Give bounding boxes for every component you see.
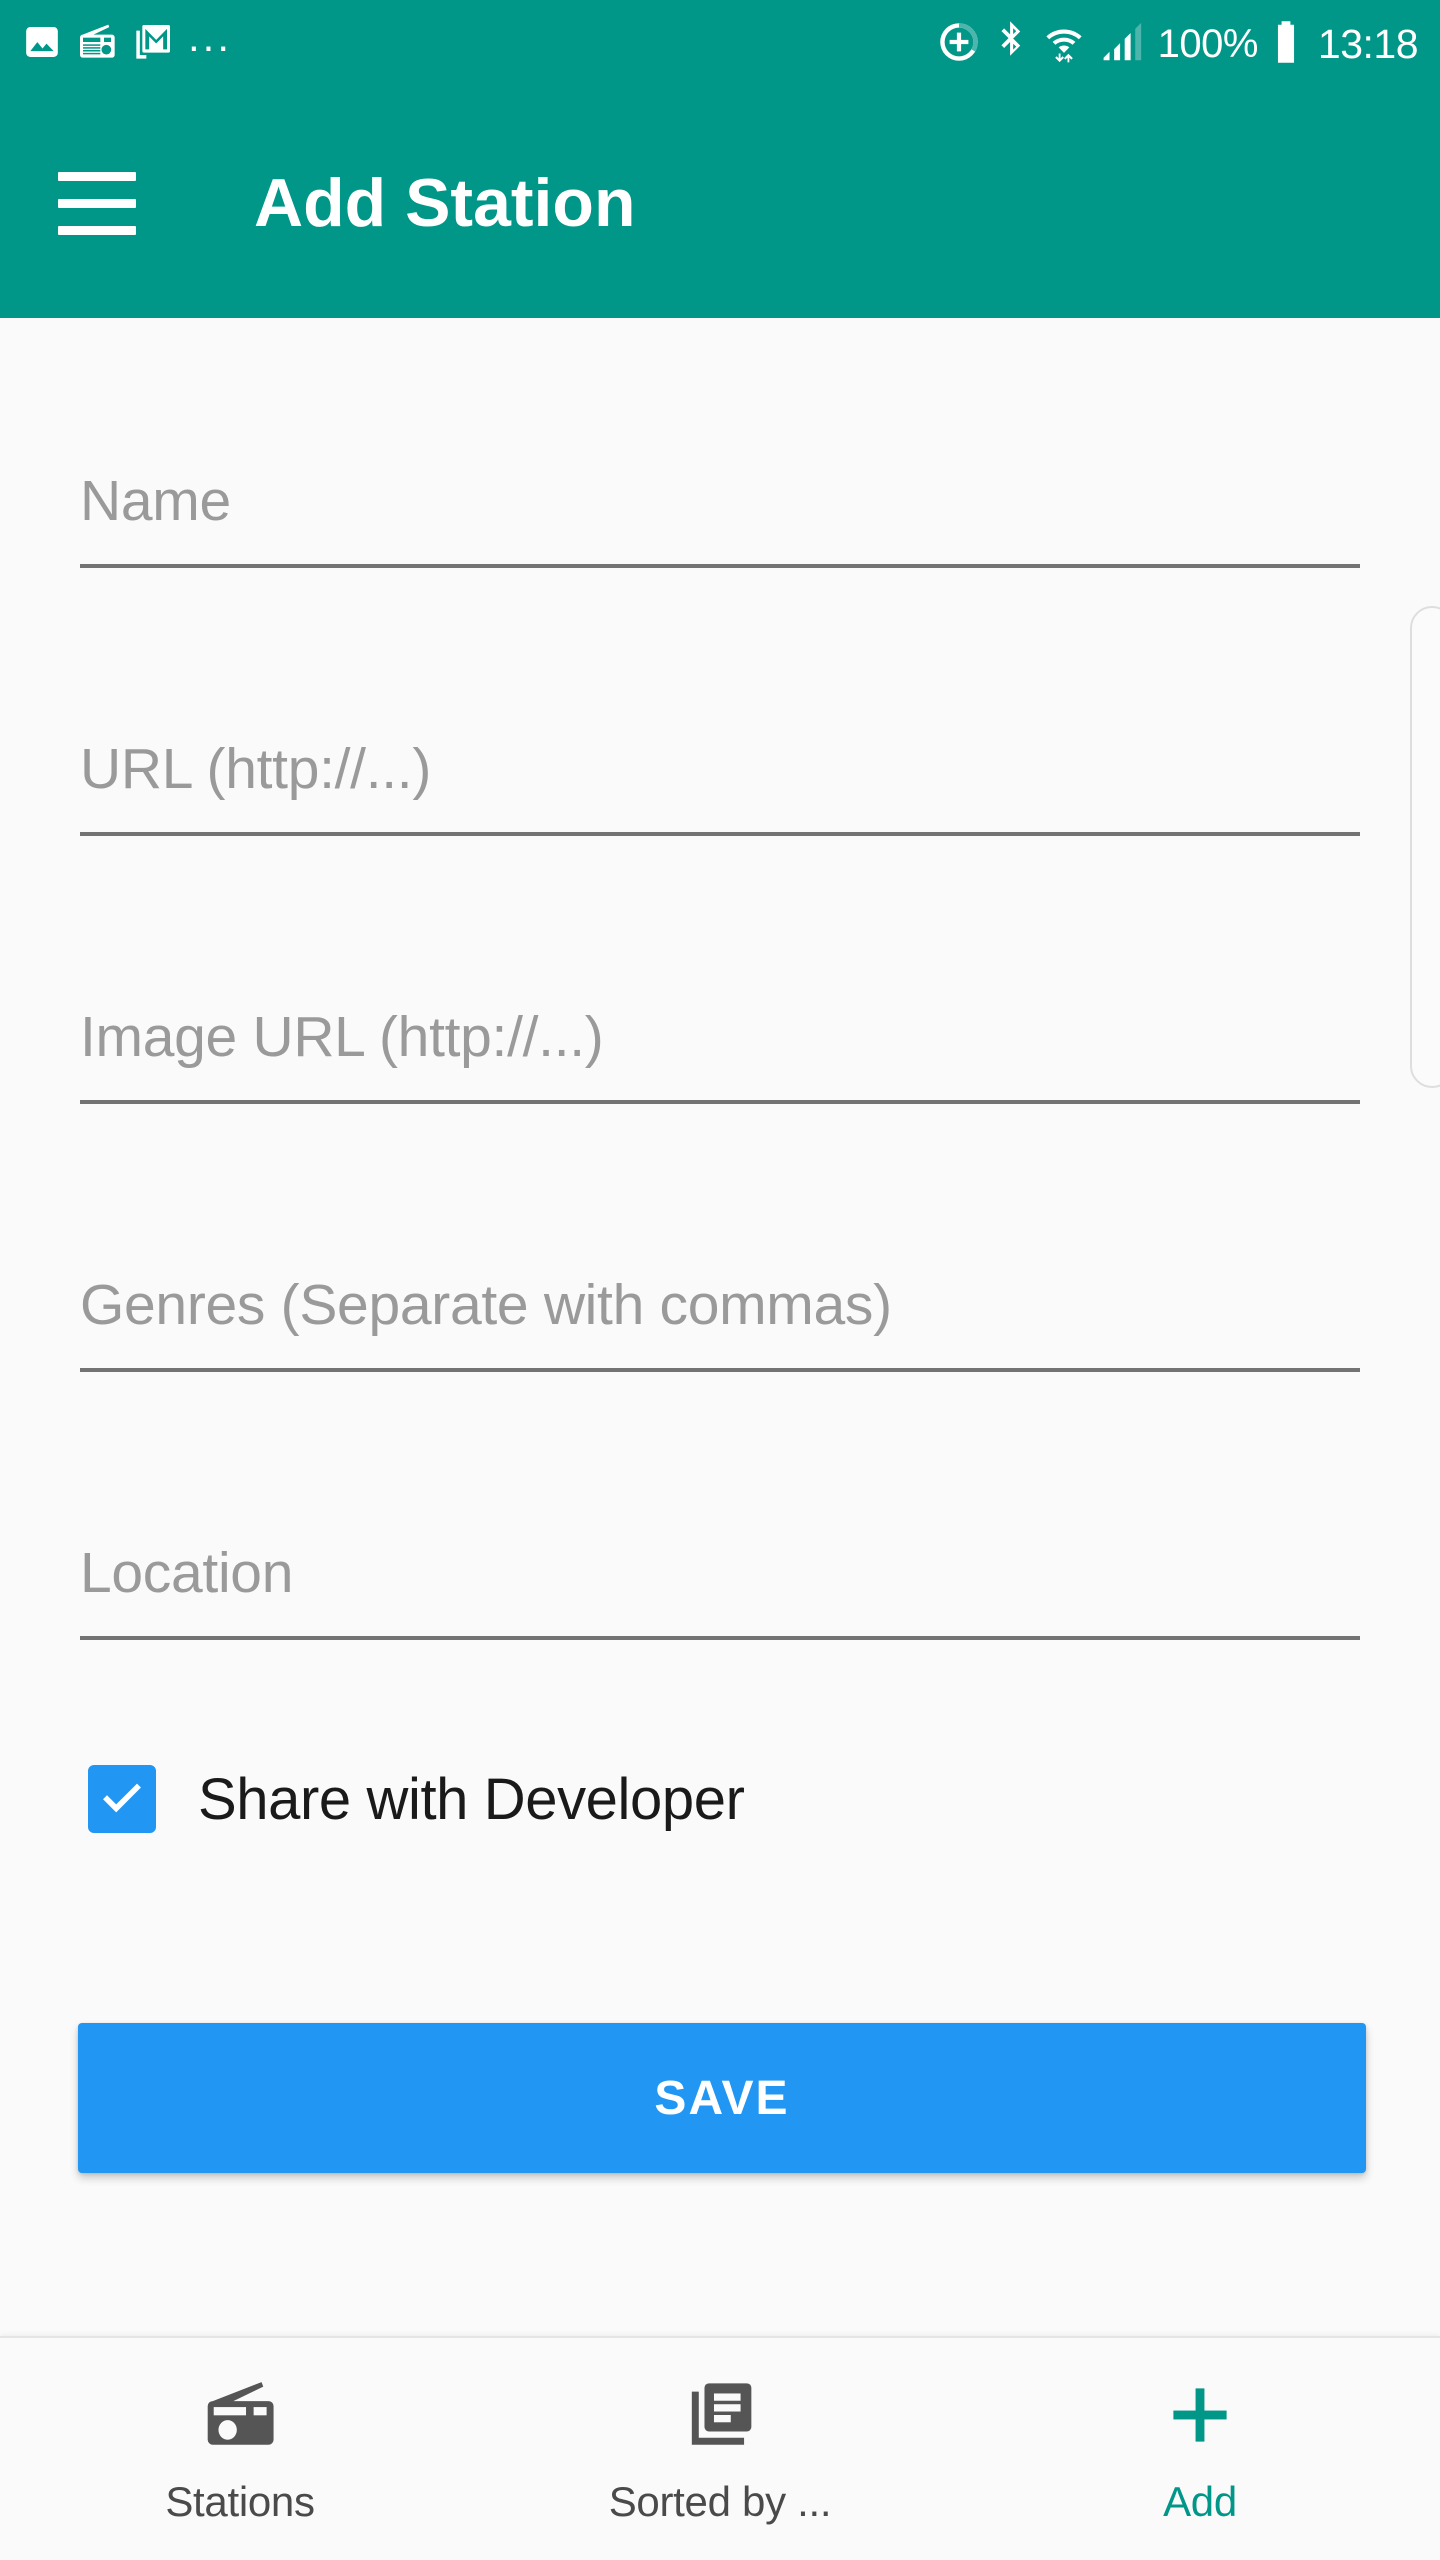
status-bar-system-icons: 100% 13:18 (936, 19, 1419, 70)
url-field[interactable]: URL (http://...) (80, 736, 1360, 836)
nav-item-sorted-by[interactable]: Sorted by ... (480, 2338, 960, 2560)
photo-icon (22, 22, 62, 67)
image-url-field[interactable]: Image URL (http://...) (80, 1004, 1360, 1104)
genres-field[interactable]: Genres (Separate with commas) (80, 1272, 1360, 1372)
location-field-placeholder: Location (80, 1541, 294, 1605)
nav-label-sorted-by: Sorted by ... (608, 2478, 832, 2525)
radio-icon (76, 22, 118, 67)
field-underline (80, 1636, 1360, 1640)
menu-line (58, 225, 136, 235)
nav-item-add[interactable]: Add (960, 2338, 1440, 2560)
bluetooth-icon (995, 19, 1029, 70)
wifi-icon (1042, 19, 1086, 70)
page-title: Add Station (254, 165, 636, 241)
hamburger-menu-icon[interactable] (58, 155, 154, 251)
checkmark-icon (103, 1783, 141, 1813)
gmail-icon (132, 22, 174, 67)
plus-icon (1162, 2376, 1238, 2454)
field-underline (80, 1100, 1360, 1104)
share-with-developer-checkbox-row[interactable]: Share with Developer (88, 1765, 745, 1833)
app-bar: Add Station (0, 88, 1440, 318)
location-field[interactable]: Location (80, 1540, 1360, 1640)
bottom-navigation-bar: Stations Sorted by ... Add (0, 2336, 1440, 2560)
menu-line (58, 198, 136, 208)
url-field-placeholder: URL (http://...) (80, 737, 432, 801)
library-list-icon (682, 2376, 758, 2454)
data-saver-icon (936, 19, 982, 70)
field-underline (80, 1368, 1360, 1372)
field-underline (80, 832, 1360, 836)
menu-line (58, 171, 136, 181)
more-notifications-icon: ... (188, 13, 233, 60)
status-bar-clock: 13:18 (1317, 20, 1419, 67)
nav-label-stations: Stations (165, 2478, 315, 2525)
field-underline (80, 564, 1360, 568)
app-screen: ... 100% 13:18 Add Station Name URL (htt… (0, 0, 1440, 2560)
add-station-form: Name URL (http://...) Image URL (http://… (0, 318, 1440, 2318)
cellular-signal-icon (1099, 19, 1145, 70)
battery-icon (1271, 19, 1301, 70)
radio-icon (202, 2376, 278, 2454)
image-url-field-placeholder: Image URL (http://...) (80, 1005, 604, 1069)
nav-item-stations[interactable]: Stations (0, 2338, 480, 2560)
nav-label-add: Add (1163, 2478, 1237, 2525)
save-button[interactable]: SAVE (78, 2023, 1366, 2173)
scrollbar-indicator[interactable] (1410, 606, 1440, 1088)
battery-percent-label: 100% (1157, 21, 1259, 66)
share-with-developer-checkbox[interactable] (88, 1765, 156, 1833)
name-field-placeholder: Name (80, 469, 231, 533)
share-with-developer-label: Share with Developer (198, 1766, 745, 1832)
status-bar-notifications: ... (22, 13, 936, 67)
name-field[interactable]: Name (80, 468, 1360, 568)
genres-field-placeholder: Genres (Separate with commas) (80, 1273, 892, 1337)
status-bar: ... 100% 13:18 (0, 0, 1440, 88)
